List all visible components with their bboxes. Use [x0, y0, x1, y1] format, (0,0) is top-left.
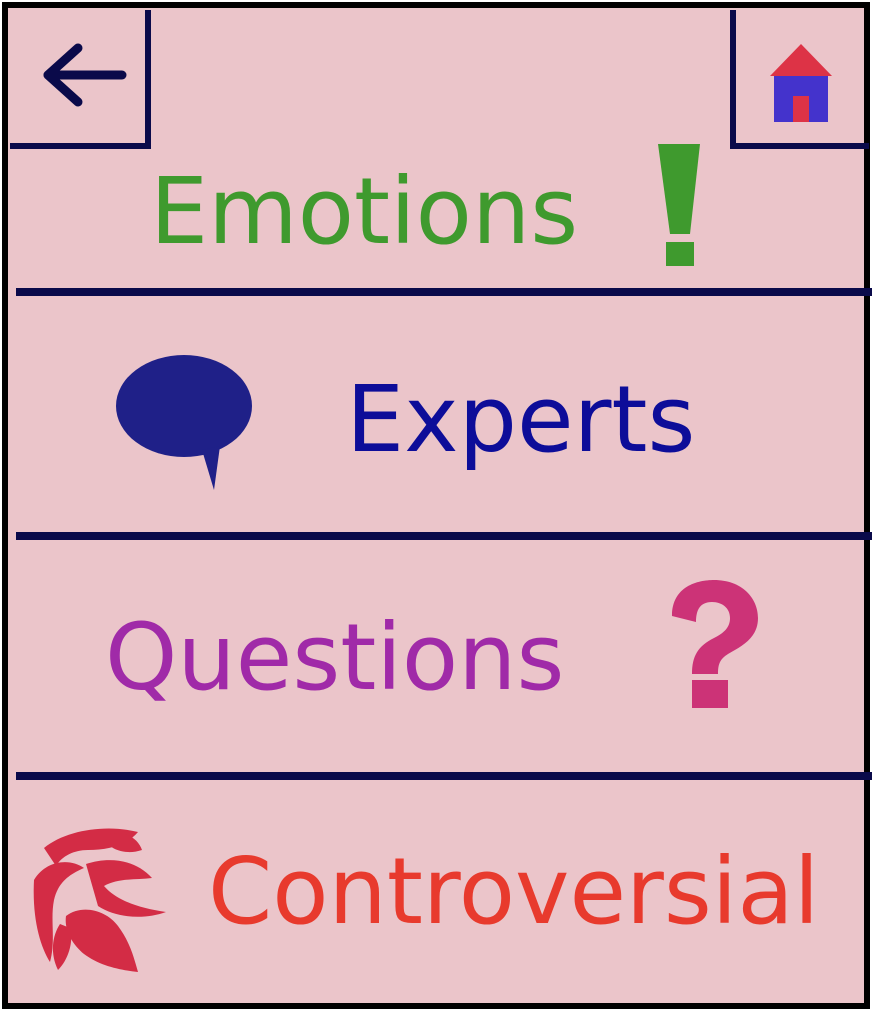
divider [16, 532, 872, 540]
app-frame: Emotions Experts Questions Controversial [2, 2, 872, 1009]
emotions-label: Emotions [150, 158, 579, 265]
left-arrow-icon [43, 43, 127, 107]
scribble-icon [33, 828, 166, 972]
divider [16, 288, 872, 296]
question-mark-icon [672, 580, 758, 708]
back-button[interactable] [10, 10, 151, 149]
questions-label: Questions [105, 604, 565, 711]
exclamation-icon [658, 144, 700, 266]
house-icon [770, 44, 832, 122]
controversial-label: Controversial [208, 838, 820, 945]
speech-bubble-icon [116, 355, 252, 490]
home-button[interactable] [730, 10, 869, 149]
divider [16, 772, 872, 780]
experts-label: Experts [346, 366, 696, 473]
